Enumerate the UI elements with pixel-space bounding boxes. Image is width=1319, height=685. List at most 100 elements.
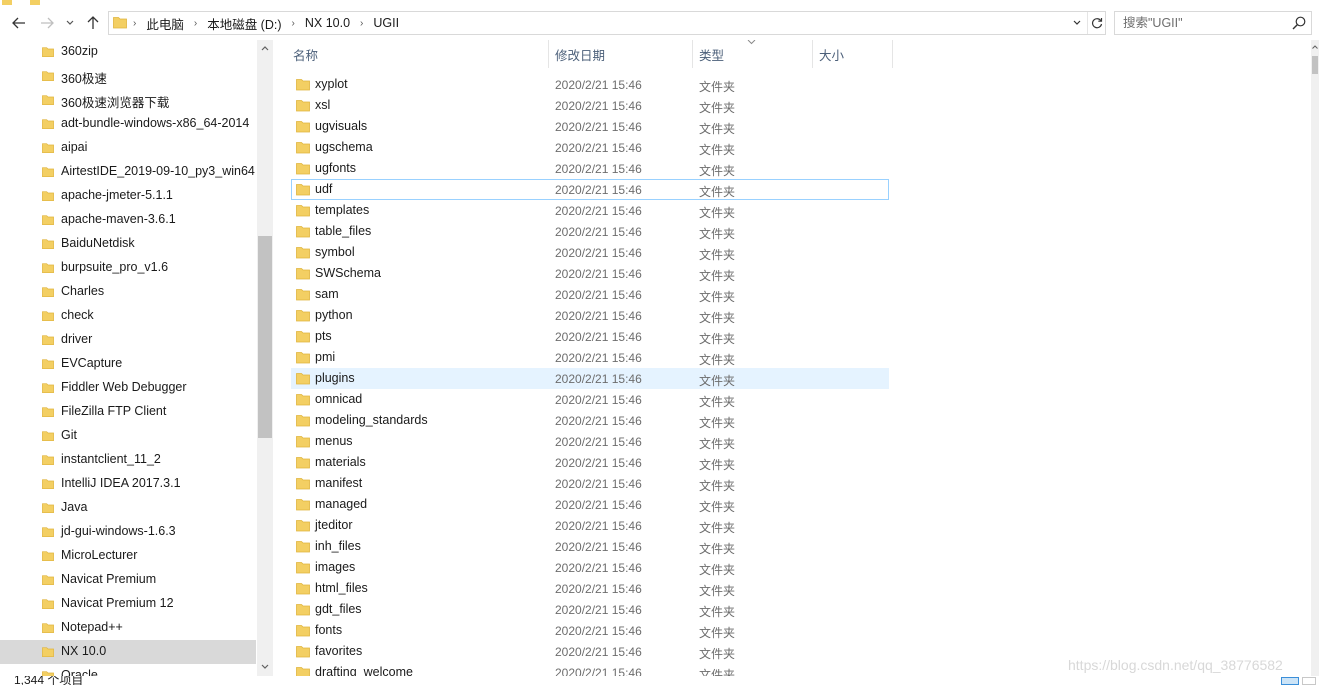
- breadcrumb-separator[interactable]: ›: [360, 18, 363, 29]
- nav-item[interactable]: Git: [0, 424, 256, 448]
- file-row[interactable]: plugins 2020/2/21 15:46 文件夹: [291, 368, 889, 389]
- details-view-button[interactable]: [1281, 677, 1299, 685]
- nav-item[interactable]: burpsuite_pro_v1.6: [0, 256, 256, 280]
- nav-item[interactable]: Notepad++: [0, 616, 256, 640]
- column-name[interactable]: 名称: [287, 40, 549, 68]
- file-row[interactable]: images 2020/2/21 15:46 文件夹: [291, 557, 889, 578]
- nav-item[interactable]: MicroLecturer: [0, 544, 256, 568]
- back-button[interactable]: [8, 13, 30, 33]
- scrollbar-thumb[interactable]: [1312, 56, 1318, 74]
- folder-icon: [42, 503, 54, 514]
- nav-item[interactable]: Navicat Premium 12: [0, 592, 256, 616]
- up-button[interactable]: [82, 13, 104, 33]
- forward-button[interactable]: [36, 13, 58, 33]
- file-row[interactable]: pts 2020/2/21 15:46 文件夹: [291, 326, 889, 347]
- nav-item[interactable]: adt-bundle-windows-x86_64-2014: [0, 112, 256, 136]
- large-icons-view-button[interactable]: [1302, 677, 1316, 685]
- nav-item[interactable]: Java: [0, 496, 256, 520]
- scroll-up-button[interactable]: [1311, 40, 1319, 54]
- file-row[interactable]: udf 2020/2/21 15:46 文件夹: [291, 179, 889, 200]
- folder-icon: [296, 541, 310, 553]
- file-row[interactable]: ugfonts 2020/2/21 15:46 文件夹: [291, 158, 889, 179]
- breadcrumb-separator[interactable]: ›: [292, 18, 295, 29]
- nav-item[interactable]: 360极速浏览器下载: [0, 88, 256, 112]
- nav-item[interactable]: aipai: [0, 136, 256, 160]
- file-row[interactable]: xsl 2020/2/21 15:46 文件夹: [291, 95, 889, 116]
- file-row[interactable]: sam 2020/2/21 15:46 文件夹: [291, 284, 889, 305]
- file-row[interactable]: fonts 2020/2/21 15:46 文件夹: [291, 620, 889, 641]
- file-type: 文件夹: [699, 521, 736, 535]
- file-row[interactable]: modeling_standards 2020/2/21 15:46 文件夹: [291, 410, 889, 431]
- nav-item-label: check: [61, 308, 94, 322]
- folder-icon: [296, 226, 310, 238]
- folder-icon: [42, 551, 54, 562]
- file-row[interactable]: html_files 2020/2/21 15:46 文件夹: [291, 578, 889, 599]
- nav-item[interactable]: 360zip: [0, 40, 256, 64]
- chevron-up-icon: [1312, 45, 1318, 49]
- nav-item[interactable]: EVCapture: [0, 352, 256, 376]
- folder-icon: [42, 359, 54, 370]
- nav-item-label: Git: [61, 428, 77, 442]
- file-row[interactable]: drafting_welcome 2020/2/21 15:46 文件夹: [291, 662, 889, 676]
- scrollbar-thumb[interactable]: [258, 236, 272, 438]
- column-size[interactable]: 大小: [813, 40, 893, 68]
- search-box[interactable]: [1114, 11, 1312, 35]
- file-row[interactable]: ugvisuals 2020/2/21 15:46 文件夹: [291, 116, 889, 137]
- nav-item[interactable]: NX 10.0: [0, 640, 256, 664]
- file-row[interactable]: manifest 2020/2/21 15:46 文件夹: [291, 473, 889, 494]
- recent-locations-button[interactable]: [62, 13, 78, 33]
- nav-item[interactable]: jd-gui-windows-1.6.3: [0, 520, 256, 544]
- file-row[interactable]: ugschema 2020/2/21 15:46 文件夹: [291, 137, 889, 158]
- file-row[interactable]: symbol 2020/2/21 15:46 文件夹: [291, 242, 889, 263]
- breadcrumb-this-pc[interactable]: 此电脑: [146, 14, 184, 33]
- nav-item[interactable]: BaiduNetdisk: [0, 232, 256, 256]
- scroll-down-button[interactable]: [257, 658, 273, 674]
- nav-item[interactable]: Fiddler Web Debugger: [0, 376, 256, 400]
- nav-item[interactable]: 360极速: [0, 64, 256, 88]
- file-row[interactable]: templates 2020/2/21 15:46 文件夹: [291, 200, 889, 221]
- breadcrumb-local-disk[interactable]: 本地磁盘 (D:): [207, 14, 281, 33]
- file-row[interactable]: menus 2020/2/21 15:46 文件夹: [291, 431, 889, 452]
- folder-icon: [42, 479, 54, 490]
- nav-item[interactable]: IntelliJ IDEA 2017.3.1: [0, 472, 256, 496]
- nav-item[interactable]: instantclient_11_2: [0, 448, 256, 472]
- arrow-up-icon: [87, 16, 99, 29]
- file-row[interactable]: xyplot 2020/2/21 15:46 文件夹: [291, 74, 889, 95]
- file-row[interactable]: gdt_files 2020/2/21 15:46 文件夹: [291, 599, 889, 620]
- file-list-scrollbar[interactable]: [1311, 40, 1319, 676]
- nav-item[interactable]: driver: [0, 328, 256, 352]
- nav-item[interactable]: Oracle: [0, 664, 256, 676]
- nav-item[interactable]: Navicat Premium: [0, 568, 256, 592]
- file-row[interactable]: SWSchema 2020/2/21 15:46 文件夹: [291, 263, 889, 284]
- file-row[interactable]: inh_files 2020/2/21 15:46 文件夹: [291, 536, 889, 557]
- nav-item[interactable]: FileZilla FTP Client: [0, 400, 256, 424]
- breadcrumb-separator[interactable]: ›: [133, 18, 136, 29]
- file-row[interactable]: table_files 2020/2/21 15:46 文件夹: [291, 221, 889, 242]
- file-row[interactable]: favorites 2020/2/21 15:46 文件夹: [291, 641, 889, 662]
- address-dropdown-button[interactable]: [1069, 12, 1085, 34]
- file-row[interactable]: managed 2020/2/21 15:46 文件夹: [291, 494, 889, 515]
- scroll-up-button[interactable]: [257, 40, 273, 56]
- nav-item[interactable]: Charles: [0, 280, 256, 304]
- search-icon[interactable]: [1291, 15, 1307, 31]
- file-row[interactable]: python 2020/2/21 15:46 文件夹: [291, 305, 889, 326]
- breadcrumb-separator[interactable]: ›: [194, 18, 197, 29]
- file-row[interactable]: omnicad 2020/2/21 15:46 文件夹: [291, 389, 889, 410]
- refresh-icon: [1091, 18, 1102, 29]
- nav-pane-scrollbar[interactable]: [257, 40, 273, 676]
- file-row[interactable]: materials 2020/2/21 15:46 文件夹: [291, 452, 889, 473]
- file-row[interactable]: pmi 2020/2/21 15:46 文件夹: [291, 347, 889, 368]
- nav-item[interactable]: AirtestIDE_2019-09-10_py3_win64: [0, 160, 256, 184]
- address-field[interactable]: › 此电脑 › 本地磁盘 (D:) › NX 10.0 › UGII: [108, 11, 1106, 35]
- search-input[interactable]: [1115, 12, 1291, 34]
- breadcrumb-ugii[interactable]: UGII: [373, 16, 399, 30]
- nav-item[interactable]: apache-maven-3.6.1: [0, 208, 256, 232]
- nav-item[interactable]: apache-jmeter-5.1.1: [0, 184, 256, 208]
- column-date-modified[interactable]: 修改日期: [549, 40, 693, 68]
- breadcrumb-nx[interactable]: NX 10.0: [305, 16, 350, 30]
- refresh-button[interactable]: [1087, 12, 1105, 34]
- file-type: 文件夹: [699, 605, 736, 619]
- file-row[interactable]: jteditor 2020/2/21 15:46 文件夹: [291, 515, 889, 536]
- nav-item[interactable]: check: [0, 304, 256, 328]
- file-type: 文件夹: [699, 374, 736, 388]
